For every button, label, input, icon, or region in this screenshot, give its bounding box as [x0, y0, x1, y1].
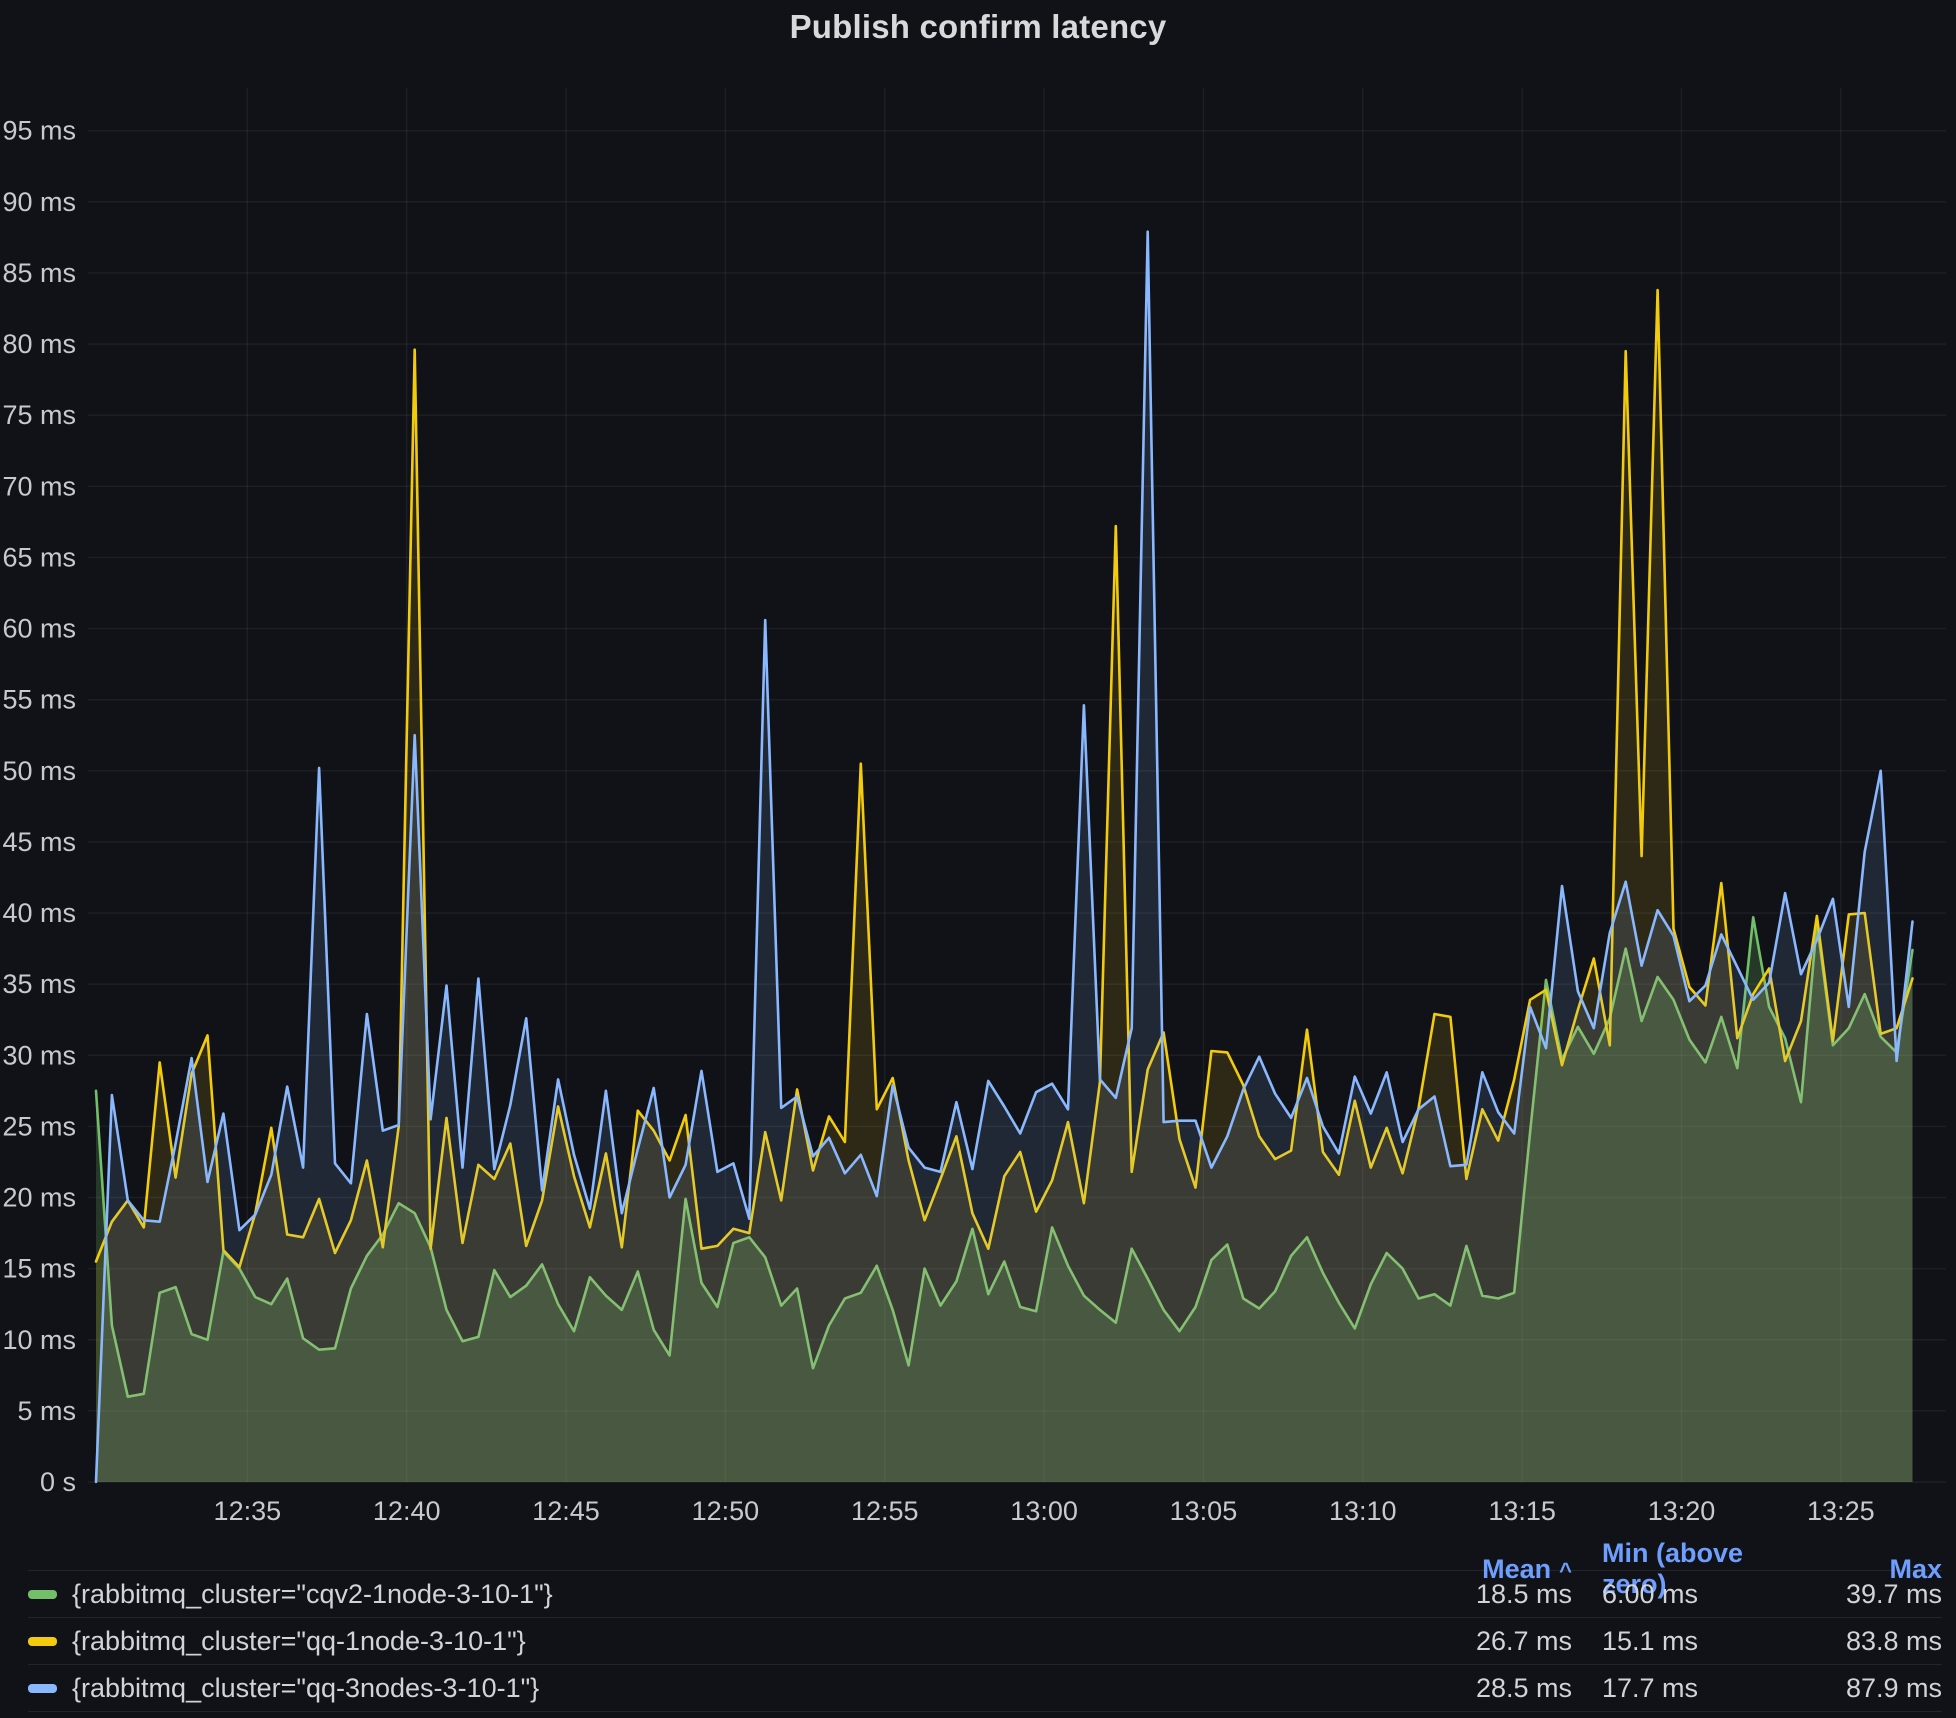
y-axis-tick-label: 55 ms: [2, 685, 76, 715]
grafana-panel: Publish confirm latency 0 s 5 ms 10 ms 15 m…: [0, 0, 1956, 1718]
y-axis-tick-label: 85 ms: [2, 258, 76, 288]
panel-title[interactable]: Publish confirm latency: [0, 8, 1956, 46]
x-axis-tick-label: 13:10: [1329, 1496, 1397, 1526]
latency-time-series-chart[interactable]: 0 s 5 ms 10 ms 15 ms 20 ms 25 ms 30 ms 35 ms 40 …: [0, 58, 1956, 1538]
x-axis-tick-label: 13:25: [1807, 1496, 1875, 1526]
legend-min-value: 17.7 ms: [1572, 1673, 1787, 1704]
legend-mean-value: 18.5 ms: [1402, 1579, 1572, 1610]
x-axis-tick-label: 12:55: [851, 1496, 919, 1526]
y-axis-tick-label: 30 ms: [2, 1040, 76, 1070]
x-axis-tick-label: 12:45: [532, 1496, 600, 1526]
y-axis-tick-label: 40 ms: [2, 898, 76, 928]
y-axis-tick-label: 45 ms: [2, 827, 76, 857]
legend-series-toggle[interactable]: {rabbitmq_cluster="qq-3nodes-3-10-1"}: [28, 1673, 1402, 1704]
x-axis-tick-label: 12:50: [692, 1496, 760, 1526]
y-axis-tick-label: 80 ms: [2, 329, 76, 359]
legend-series-label: {rabbitmq_cluster="qq-3nodes-3-10-1"}: [72, 1673, 539, 1704]
y-axis-tick-label: 60 ms: [2, 614, 76, 644]
y-axis-tick-label: 20 ms: [2, 1183, 76, 1213]
y-axis-tick-label: 35 ms: [2, 969, 76, 999]
y-axis-tick-label: 90 ms: [2, 187, 76, 217]
legend-mean-value: 28.5 ms: [1402, 1673, 1572, 1704]
x-axis-tick-label: 12:40: [373, 1496, 441, 1526]
legend-series-toggle[interactable]: {rabbitmq_cluster="cqv2-1node-3-10-1"}: [28, 1579, 1402, 1610]
legend-series-toggle[interactable]: {rabbitmq_cluster="qq-1node-3-10-1"}: [28, 1626, 1402, 1657]
x-axis-tick-label: 13:05: [1170, 1496, 1238, 1526]
y-axis-tick-label: 75 ms: [2, 400, 76, 430]
legend-min-value: 6.00 ms: [1572, 1579, 1787, 1610]
legend-series-label: {rabbitmq_cluster="qq-1node-3-10-1"}: [72, 1626, 526, 1657]
series-swatch-yellow: [28, 1637, 57, 1646]
legend-mean-value: 26.7 ms: [1402, 1626, 1572, 1657]
y-axis-tick-label: 95 ms: [2, 116, 76, 146]
legend-max-value: 87.9 ms: [1787, 1673, 1942, 1704]
x-axis-tick-label: 13:00: [1010, 1496, 1078, 1526]
y-axis-tick-label: 50 ms: [2, 756, 76, 786]
legend-table: Mean^ Min (above zero) Max {rabbitmq_clu…: [0, 1538, 1956, 1718]
y-axis-tick-label: 0 s: [40, 1467, 76, 1497]
legend-max-value: 83.8 ms: [1787, 1626, 1942, 1657]
y-axis-tick-label: 70 ms: [2, 471, 76, 501]
y-axis-tick-label: 15 ms: [2, 1254, 76, 1284]
legend-row-qq-3nodes: {rabbitmq_cluster="qq-3nodes-3-10-1"} 28…: [28, 1664, 1942, 1712]
legend-header-row: Mean^ Min (above zero) Max: [28, 1538, 1942, 1570]
legend-series-label: {rabbitmq_cluster="cqv2-1node-3-10-1"}: [72, 1579, 553, 1610]
x-axis-tick-label: 12:35: [214, 1496, 282, 1526]
y-axis-tick-label: 10 ms: [2, 1325, 76, 1355]
y-axis-tick-label: 25 ms: [2, 1111, 76, 1141]
legend-max-value: 39.7 ms: [1787, 1579, 1942, 1610]
x-axis-tick-label: 13:15: [1488, 1496, 1556, 1526]
y-axis-tick-label: 5 ms: [17, 1396, 76, 1426]
x-axis-tick-label: 13:20: [1648, 1496, 1716, 1526]
legend-row-qq-1node: {rabbitmq_cluster="qq-1node-3-10-1"} 26.…: [28, 1617, 1942, 1664]
y-axis-tick-label: 65 ms: [2, 542, 76, 572]
series-swatch-green: [28, 1590, 57, 1599]
series-swatch-blue: [28, 1684, 57, 1693]
legend-min-value: 15.1 ms: [1572, 1626, 1787, 1657]
